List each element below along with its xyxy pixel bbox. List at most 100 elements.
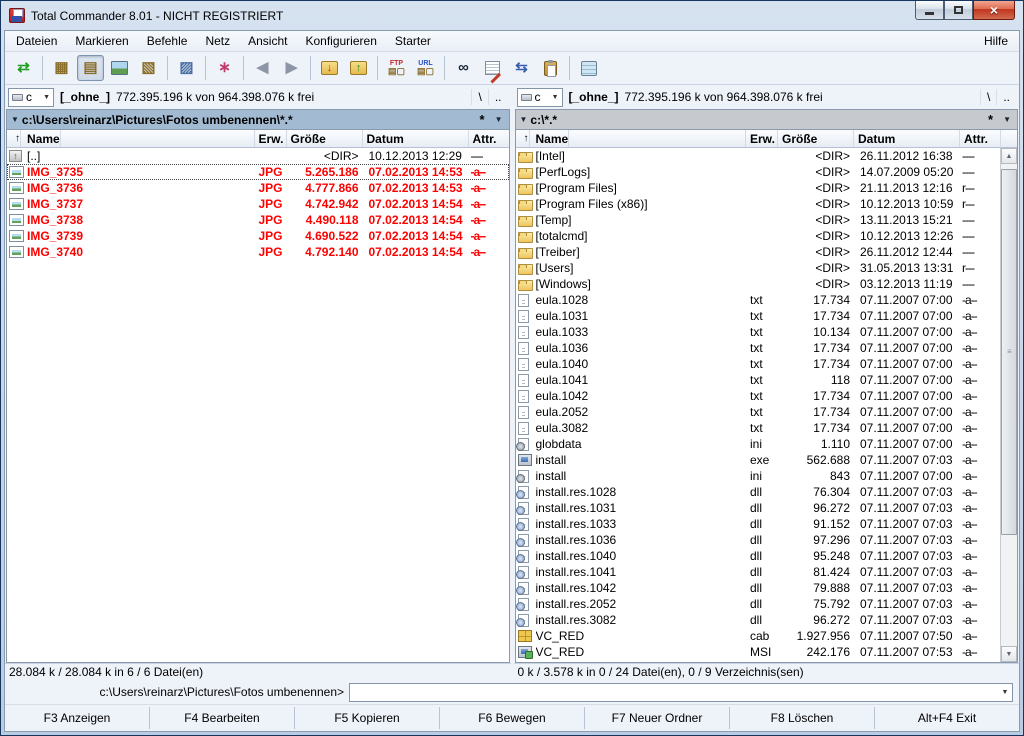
file-row[interactable]: IMG_3737JPG4.742.94207.02.2013 14:54-a--	[7, 196, 509, 212]
file-row[interactable]: [PerfLogs]<DIR>14.07.2009 05:20----	[516, 164, 1001, 180]
file-row[interactable]: VC_REDMSI242.17607.11.2007 07:53-a--	[516, 644, 1001, 660]
clipboard-button[interactable]	[537, 55, 564, 81]
command-input[interactable]	[350, 685, 998, 700]
file-row[interactable]: IMG_3738JPG4.490.11807.02.2013 14:54-a--	[7, 212, 509, 228]
ftp-connect-button[interactable]: FTP▤▢	[383, 55, 410, 81]
file-row[interactable]: installini84307.11.2007 07:00-a--	[516, 468, 1001, 484]
filter-star-icon[interactable]: *	[480, 112, 485, 127]
scroll-thumb[interactable]: ≡	[1001, 169, 1017, 535]
file-row[interactable]: [Users]<DIR>31.05.2013 13:31r---	[516, 260, 1001, 276]
tree-view-button[interactable]: ▧	[135, 55, 162, 81]
file-row[interactable]: install.res.1041dll81.42407.11.2007 07:0…	[516, 564, 1001, 580]
maximize-button[interactable]	[944, 1, 973, 20]
file-row[interactable]: eula.1040txt17.73407.11.2007 07:00-a--	[516, 356, 1001, 372]
select-group-button[interactable]: ∗	[211, 55, 238, 81]
file-row[interactable]: install.res.1036dll97.29607.11.2007 07:0…	[516, 532, 1001, 548]
file-row[interactable]: [Temp]<DIR>13.11.2013 15:21----	[516, 212, 1001, 228]
pack-button[interactable]: ↓	[316, 55, 343, 81]
file-row[interactable]: install.res.1040dll95.24807.11.2007 07:0…	[516, 548, 1001, 564]
file-row[interactable]: [Treiber]<DIR>26.11.2012 12:44----	[516, 244, 1001, 260]
right-scrollbar[interactable]: ▲ ≡ ▼	[1000, 148, 1017, 662]
file-row[interactable]: [Windows]<DIR>03.12.2013 11:19----	[516, 276, 1001, 292]
column-size[interactable]: Größe	[287, 130, 363, 147]
forward-button[interactable]: ▶	[278, 55, 305, 81]
file-row[interactable]: eula.1042txt17.73407.11.2007 07:00-a--	[516, 388, 1001, 404]
file-row[interactable]: IMG_3736JPG4.777.86607.02.2013 14:53-a--	[7, 180, 509, 196]
title-bar[interactable]: Total Commander 8.01 - NICHT REGISTRIERT…	[1, 1, 1023, 30]
fn-f6-button[interactable]: F6 Bewegen	[440, 707, 585, 729]
file-row[interactable]: [Program Files (x86)]<DIR>10.12.2013 10:…	[516, 196, 1001, 212]
column-date[interactable]: Datum	[363, 130, 469, 147]
ftp-url-button[interactable]: URL▤▢	[412, 55, 439, 81]
file-row[interactable]: install.res.1031dll96.27207.11.2007 07:0…	[516, 500, 1001, 516]
file-row[interactable]: VC_REDcab1.927.95607.11.2007 07:50-a--	[516, 628, 1001, 644]
right-drive-combo[interactable]: c ▼	[517, 88, 563, 107]
history-arrow-icon[interactable]: ▼	[1003, 115, 1011, 124]
quick-view-button[interactable]	[106, 55, 133, 81]
file-row[interactable]: installexe562.68807.11.2007 07:03-a--	[516, 452, 1001, 468]
file-row[interactable]: eula.3082txt17.73407.11.2007 07:00-a--	[516, 420, 1001, 436]
scroll-down-button[interactable]: ▼	[1001, 646, 1017, 662]
file-row[interactable]: [Intel]<DIR>26.11.2012 16:38----	[516, 148, 1001, 164]
left-path-bar[interactable]: ▼ c:\Users\reinarz\Pictures\Fotos umbene…	[6, 109, 510, 129]
close-button[interactable]: ×	[973, 1, 1015, 20]
column-attr[interactable]: Attr.	[960, 130, 1000, 147]
file-row[interactable]: eula.1028txt17.73407.11.2007 07:00-a--	[516, 292, 1001, 308]
menu-ansicht[interactable]: Ansicht	[239, 32, 296, 50]
file-row[interactable]: IMG_3740JPG4.792.14007.02.2013 14:54-a--	[7, 244, 509, 260]
menu-konfigurieren[interactable]: Konfigurieren	[296, 32, 385, 50]
column-date[interactable]: Datum	[854, 130, 960, 147]
filter-star-icon[interactable]: *	[988, 112, 993, 127]
scroll-track[interactable]: ≡	[1001, 164, 1017, 646]
column-name[interactable]: ↑Name	[516, 130, 747, 147]
brief-view-button[interactable]: ▤	[77, 55, 104, 81]
column-name[interactable]: ↑Name	[7, 130, 255, 147]
fn-f3-button[interactable]: F3 Anzeigen	[5, 707, 150, 729]
column-ext[interactable]: Erw.	[746, 130, 778, 147]
file-row[interactable]: [totalcmd]<DIR>10.12.2013 12:26----	[516, 228, 1001, 244]
left-up-button[interactable]: ..	[488, 89, 508, 105]
unpack-button[interactable]: ↑	[345, 55, 372, 81]
right-path-bar[interactable]: ▼ c:\*.* * ▼	[515, 109, 1019, 129]
file-row[interactable]: eula.1036txt17.73407.11.2007 07:00-a--	[516, 340, 1001, 356]
file-row[interactable]: eula.1041txt11807.11.2007 07:00-a--	[516, 372, 1001, 388]
history-arrow-icon[interactable]: ▼	[495, 115, 503, 124]
file-row[interactable]: install.res.2052dll75.79207.11.2007 07:0…	[516, 596, 1001, 612]
menu-dateien[interactable]: Dateien	[7, 32, 66, 50]
file-row[interactable]: [Program Files]<DIR>21.11.2013 12:16r---	[516, 180, 1001, 196]
file-row[interactable]: install.res.1028dll76.30407.11.2007 07:0…	[516, 484, 1001, 500]
menu-markieren[interactable]: Markieren	[66, 32, 137, 50]
fn-alt-f4-button[interactable]: Alt+F4 Exit	[875, 707, 1019, 729]
fn-f8-button[interactable]: F8 Löschen	[730, 707, 875, 729]
menu-hilfe[interactable]: Hilfe	[975, 32, 1017, 50]
file-row[interactable]: install.res.1033dll91.15207.11.2007 07:0…	[516, 516, 1001, 532]
refresh-button[interactable]: ⇄	[10, 55, 37, 81]
notepad-button[interactable]	[575, 55, 602, 81]
file-row[interactable]: eula.1033txt10.13407.11.2007 07:00-a--	[516, 324, 1001, 340]
path-dropdown-icon[interactable]: ▼	[11, 115, 19, 124]
column-attr[interactable]: Attr.	[469, 130, 509, 147]
file-row[interactable]: IMG_3735JPG5.265.18607.02.2013 14:53-a--	[7, 164, 509, 180]
menu-starter[interactable]: Starter	[386, 32, 440, 50]
file-row[interactable]: install.res.1042dll79.88807.11.2007 07:0…	[516, 580, 1001, 596]
file-row[interactable]: install.res.3082dll96.27207.11.2007 07:0…	[516, 612, 1001, 628]
right-root-button[interactable]: \	[980, 89, 996, 105]
file-row[interactable]: IMG_3739JPG4.690.52207.02.2013 14:54-a--	[7, 228, 509, 244]
fn-f4-button[interactable]: F4 Bearbeiten	[150, 707, 295, 729]
fn-f5-button[interactable]: F5 Kopieren	[295, 707, 440, 729]
command-history-icon[interactable]: ▼	[998, 689, 1012, 696]
thumbnails-view-button[interactable]: ▦	[48, 55, 75, 81]
multi-rename-button[interactable]	[479, 55, 506, 81]
file-row[interactable]: globdataini1.11007.11.2007 07:00-a--	[516, 436, 1001, 452]
path-dropdown-icon[interactable]: ▼	[520, 115, 528, 124]
column-size[interactable]: Größe	[778, 130, 854, 147]
right-up-button[interactable]: ..	[996, 89, 1016, 105]
fn-f7-button[interactable]: F7 Neuer Ordner	[585, 707, 730, 729]
left-root-button[interactable]: \	[471, 89, 487, 105]
file-row[interactable]: eula.2052txt17.73407.11.2007 07:00-a--	[516, 404, 1001, 420]
scroll-up-button[interactable]: ▲	[1001, 148, 1017, 164]
search-button[interactable]: ∞	[450, 55, 477, 81]
menu-befehle[interactable]: Befehle	[138, 32, 197, 50]
menu-netz[interactable]: Netz	[196, 32, 239, 50]
dir-tree-button[interactable]: ▨	[173, 55, 200, 81]
